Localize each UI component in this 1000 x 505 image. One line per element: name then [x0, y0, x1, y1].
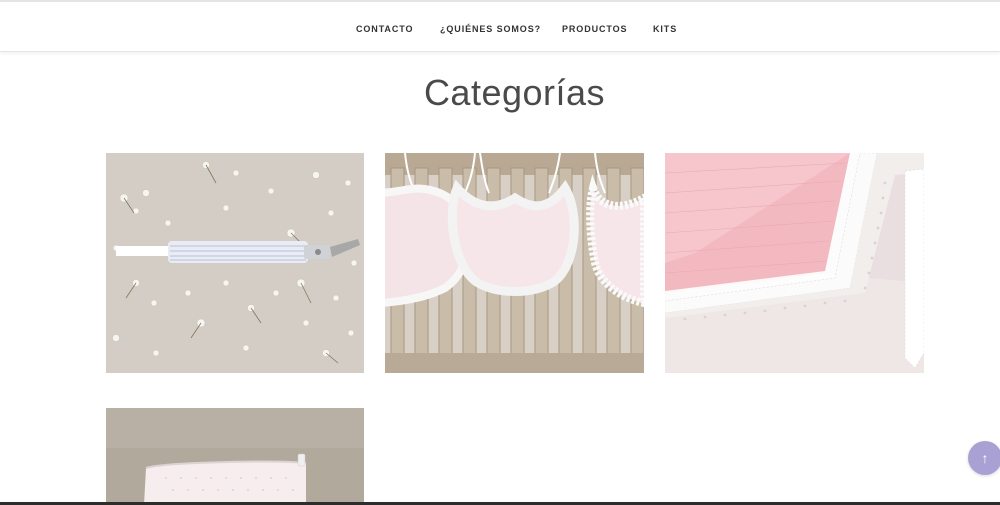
nav-contacto[interactable]: CONTACTO — [356, 24, 413, 34]
category-pink-blanket[interactable] — [665, 153, 924, 373]
nav-quienes-somos[interactable]: ¿QUIÉNES SOMOS? — [440, 24, 541, 34]
toiletry-bag-photo — [106, 408, 364, 505]
page-title: Categorías — [423, 72, 606, 113]
baby-bibs-photo — [385, 153, 644, 373]
pacifier-clip-photo — [106, 153, 364, 373]
category-pacifier-clip[interactable] — [106, 153, 364, 373]
main-navigation: CONTACTO ¿QUIÉNES SOMOS? PRODUCTOS KITS — [0, 2, 1000, 52]
scroll-to-top-button[interactable]: ↑ — [968, 441, 1000, 475]
category-toiletry-bag[interactable] — [106, 408, 364, 505]
category-baby-bibs[interactable] — [385, 153, 644, 373]
arrow-up-icon: ↑ — [981, 450, 989, 466]
nav-kits[interactable]: KITS — [653, 24, 677, 34]
pink-blanket-photo — [665, 153, 924, 373]
nav-productos[interactable]: PRODUCTOS — [562, 24, 627, 34]
